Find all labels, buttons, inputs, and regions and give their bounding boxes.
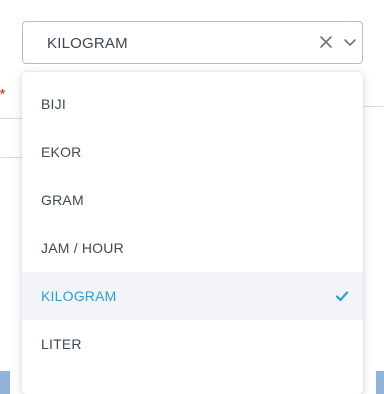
unit-select[interactable]: KILOGRAM (22, 21, 363, 64)
option-label: GRAM (41, 192, 84, 208)
background-divider-right (363, 106, 384, 107)
background-divider-bottom (0, 157, 22, 158)
option-gram[interactable]: GRAM (22, 176, 363, 224)
option-kilogram[interactable]: KILOGRAM (22, 272, 363, 320)
option-ekor[interactable]: EKOR (22, 128, 363, 176)
option-label: EKOR (41, 144, 82, 160)
checkmark-icon (335, 289, 349, 302)
option-biji[interactable]: BIJI (22, 80, 363, 128)
option-label: JAM / HOUR (41, 240, 124, 256)
required-marker: * (0, 86, 6, 101)
option-jam-hour[interactable]: JAM / HOUR (22, 224, 363, 272)
dropdown-menu: BIJI EKOR GRAM JAM / HOUR KILOGRAM LITER (22, 72, 363, 394)
option-label: KILOGRAM (41, 288, 117, 304)
option-liter[interactable]: LITER (22, 320, 363, 368)
option-label: LITER (41, 336, 82, 352)
select-value: KILOGRAM (47, 35, 128, 52)
close-icon[interactable] (316, 32, 336, 52)
chevron-down-icon[interactable] (341, 33, 359, 51)
background-divider-top (0, 118, 22, 119)
option-label: BIJI (41, 96, 66, 112)
